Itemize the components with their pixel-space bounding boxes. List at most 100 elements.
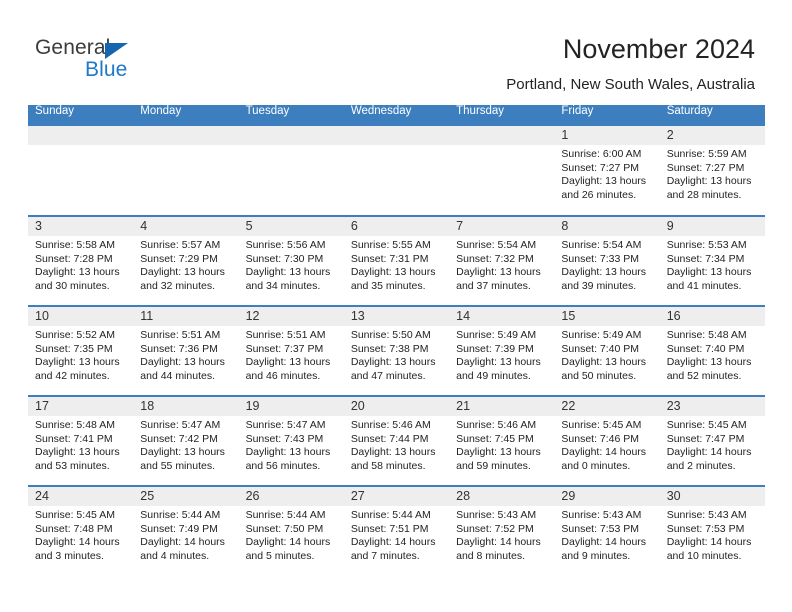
day-details: Sunrise: 5:47 AM Sunset: 7:42 PM Daylight:… — [133, 416, 238, 473]
day-number: 9 — [666, 219, 674, 233]
calendar-day-cell[interactable]: 1 Sunrise: 6:00 AM Sunset: 7:27 PM Daylight… — [554, 126, 660, 216]
day-details: Sunrise: 5:45 AM Sunset: 7:46 PM Daylight:… — [554, 416, 659, 473]
calendar-day-cell[interactable]: 4 Sunrise: 5:57 AM Sunset: 7:29 PM Daylight… — [133, 215, 239, 306]
calendar-day-cell[interactable]: 17 Sunrise: 5:48 AM Sunset: 7:41 PM Dayligh… — [28, 395, 134, 486]
calendar-day-cell[interactable]: 28 Sunrise: 5:43 AM Sunset: 7:52 PM Dayligh… — [449, 485, 555, 576]
daylight-text-line2: and 46 minutes. — [245, 369, 321, 382]
calendar-day-cell[interactable]: 25 Sunrise: 5:44 AM Sunset: 7:49 PM Dayligh… — [133, 485, 239, 576]
logo-triangle-icon — [105, 43, 128, 59]
calendar-day-cell[interactable]: 30 Sunrise: 5:43 AM Sunset: 7:53 PM Dayligh… — [659, 485, 765, 576]
calendar-day-cell[interactable]: 22 Sunrise: 5:45 AM Sunset: 7:46 PM Dayligh… — [554, 395, 660, 486]
sunset-text: Sunset: 7:34 PM — [666, 252, 745, 265]
sunset-text: Sunset: 7:39 PM — [456, 342, 534, 355]
day-number-strip: 23 — [659, 397, 765, 416]
day-number-strip: 14 — [449, 307, 555, 326]
calendar-day-cell[interactable]: 2 Sunrise: 5:59 AM Sunset: 7:27 PM Daylight… — [659, 126, 765, 216]
calendar-page: General Blue November 2024 Portland, New… — [0, 0, 792, 612]
sunrise-text: Sunrise: 5:51 AM — [140, 329, 221, 341]
calendar-day-cell[interactable]: 16 Sunrise: 5:48 AM Sunset: 7:40 PM Dayligh… — [659, 305, 765, 396]
day-number: 12 — [245, 309, 260, 323]
calendar-day-cell[interactable]: 18 Sunrise: 5:47 AM Sunset: 7:42 PM Dayligh… — [133, 395, 239, 486]
sunset-text: Sunset: 7:32 PM — [456, 252, 534, 265]
day-details: Sunrise: 5:56 AM Sunset: 7:30 PM Daylight:… — [239, 236, 344, 293]
sunrise-text: Sunrise: 5:45 AM — [666, 419, 747, 431]
sunset-text: Sunset: 7:47 PM — [666, 432, 745, 445]
daylight-text-line2: and 0 minutes. — [561, 459, 631, 472]
sunrise-text: Sunrise: 5:48 AM — [35, 419, 115, 431]
calendar-day-cell[interactable]: 7 Sunrise: 5:54 AM Sunset: 7:32 PM Daylight… — [449, 215, 555, 306]
calendar-day-cell[interactable]: 14 Sunrise: 5:49 AM Sunset: 7:39 PM Dayligh… — [449, 305, 555, 396]
daylight-text-line1: Daylight: 14 hours — [140, 536, 225, 549]
day-number: 19 — [245, 399, 260, 413]
calendar-week-row: 24 Sunrise: 5:45 AM Sunset: 7:48 PM Dayligh… — [28, 485, 765, 576]
sunset-text: Sunset: 7:35 PM — [35, 342, 113, 355]
day-number-strip: 26 — [238, 487, 344, 506]
sunrise-text: Sunrise: 5:44 AM — [350, 509, 431, 521]
day-details: Sunrise: 5:43 AM Sunset: 7:52 PM Daylight:… — [449, 506, 554, 563]
daylight-text-line1: Daylight: 13 hours — [350, 266, 436, 279]
daylight-text-line2: and 10 minutes. — [666, 549, 742, 562]
calendar-day-cell[interactable]: 15 Sunrise: 5:49 AM Sunset: 7:40 PM Dayligh… — [554, 305, 660, 396]
calendar-day-cell[interactable]: 27 Sunrise: 5:44 AM Sunset: 7:51 PM Dayligh… — [343, 485, 450, 576]
day-number: 4 — [140, 219, 148, 233]
calendar-day-cell[interactable]: 9 Sunrise: 5:53 AM Sunset: 7:34 PM Daylight… — [659, 215, 765, 306]
day-details: Sunrise: 5:46 AM Sunset: 7:44 PM Daylight:… — [344, 416, 449, 473]
day-details: Sunrise: 5:44 AM Sunset: 7:51 PM Daylight:… — [344, 506, 449, 563]
page-header: General Blue November 2024 Portland, New… — [0, 0, 792, 104]
sunrise-text: Sunrise: 5:45 AM — [561, 419, 642, 431]
calendar-day-cell[interactable]: 20 Sunrise: 5:46 AM Sunset: 7:44 PM Dayligh… — [343, 395, 450, 486]
calendar-day-cell[interactable]: 12 Sunrise: 5:51 AM Sunset: 7:37 PM Dayligh… — [238, 305, 344, 396]
calendar-day-cell[interactable]: 13 Sunrise: 5:50 AM Sunset: 7:38 PM Dayligh… — [343, 305, 450, 396]
daylight-text-line2: and 49 minutes. — [456, 369, 531, 382]
sunrise-sunset-calendar: Sunday Monday Tuesday Wednesday Thursday Frid… — [28, 105, 765, 576]
sunset-text: Sunset: 7:40 PM — [666, 342, 745, 355]
calendar-day-cell[interactable]: 24 Sunrise: 5:45 AM Sunset: 7:48 PM Dayligh… — [28, 485, 134, 576]
calendar-day-cell-empty — [28, 126, 134, 216]
daylight-text-line2: and 56 minutes. — [245, 459, 321, 472]
calendar-day-cell[interactable]: 11 Sunrise: 5:51 AM Sunset: 7:36 PM Dayligh… — [133, 305, 239, 396]
calendar-day-cell-empty — [133, 126, 239, 216]
daylight-text-line2: and 53 minutes. — [35, 459, 110, 472]
day-number-strip: 25 — [133, 487, 239, 506]
day-number-strip: 19 — [238, 397, 344, 416]
day-number-strip: 12 — [238, 307, 344, 326]
calendar-day-cell[interactable]: 21 Sunrise: 5:46 AM Sunset: 7:45 PM Dayligh… — [449, 395, 555, 486]
day-details: Sunrise: 5:59 AM Sunset: 7:27 PM Daylight:… — [660, 145, 765, 202]
daylight-text-line1: Daylight: 14 hours — [456, 536, 541, 549]
sunrise-text: Sunrise: 5:49 AM — [456, 329, 537, 341]
sunset-text: Sunset: 7:52 PM — [456, 522, 534, 535]
sunset-text: Sunset: 7:51 PM — [350, 522, 429, 535]
weekday-header-wednesday: Wednesday — [343, 105, 450, 126]
day-number-strip: 13 — [343, 307, 450, 326]
daylight-text-line1: Daylight: 13 hours — [140, 356, 225, 369]
sunrise-text: Sunrise: 5:54 AM — [561, 239, 642, 251]
daylight-text-line1: Daylight: 13 hours — [140, 266, 225, 279]
sunrise-text: Sunrise: 5:55 AM — [350, 239, 431, 251]
day-details: Sunrise: 5:50 AM Sunset: 7:38 PM Daylight:… — [344, 326, 449, 383]
sunrise-text: Sunrise: 5:46 AM — [350, 419, 431, 431]
calendar-day-cell[interactable]: 6 Sunrise: 5:55 AM Sunset: 7:31 PM Daylight… — [343, 215, 450, 306]
calendar-day-cell[interactable]: 29 Sunrise: 5:43 AM Sunset: 7:53 PM Dayligh… — [554, 485, 660, 576]
calendar-day-cell[interactable]: 19 Sunrise: 5:47 AM Sunset: 7:43 PM Dayligh… — [238, 395, 344, 486]
day-number: 26 — [245, 489, 260, 503]
calendar-day-cell[interactable]: 26 Sunrise: 5:44 AM Sunset: 7:50 PM Dayligh… — [238, 485, 344, 576]
day-number-strip: 8 — [554, 217, 660, 236]
calendar-day-cell[interactable]: 23 Sunrise: 5:45 AM Sunset: 7:47 PM Dayligh… — [659, 395, 765, 486]
daylight-text-line2: and 42 minutes. — [35, 369, 110, 382]
weekday-header-friday: Friday — [554, 105, 660, 126]
daylight-text-line2: and 34 minutes. — [245, 279, 321, 292]
calendar-day-cell[interactable]: 8 Sunrise: 5:54 AM Sunset: 7:33 PM Daylight… — [554, 215, 660, 306]
sunrise-text: Sunrise: 5:43 AM — [561, 509, 642, 521]
calendar-day-cell[interactable]: 5 Sunrise: 5:56 AM Sunset: 7:30 PM Daylight… — [238, 215, 344, 306]
page-subtitle-location: Portland, New South Wales, Australia — [506, 76, 755, 93]
day-number-strip: 1 — [554, 126, 660, 145]
day-details: Sunrise: 5:48 AM Sunset: 7:40 PM Daylight:… — [660, 326, 765, 383]
calendar-day-cell[interactable]: 3 Sunrise: 5:58 AM Sunset: 7:28 PM Daylight… — [28, 215, 134, 306]
calendar-day-cell[interactable]: 10 Sunrise: 5:52 AM Sunset: 7:35 PM Dayligh… — [28, 305, 134, 396]
daylight-text-line1: Daylight: 13 hours — [456, 446, 541, 459]
page-title: November 2024 — [562, 34, 755, 64]
day-number-strip: 10 — [28, 307, 134, 326]
sunset-text: Sunset: 7:27 PM — [666, 161, 745, 174]
sunrise-text: Sunrise: 6:00 AM — [561, 148, 642, 160]
day-number: 7 — [456, 219, 464, 233]
